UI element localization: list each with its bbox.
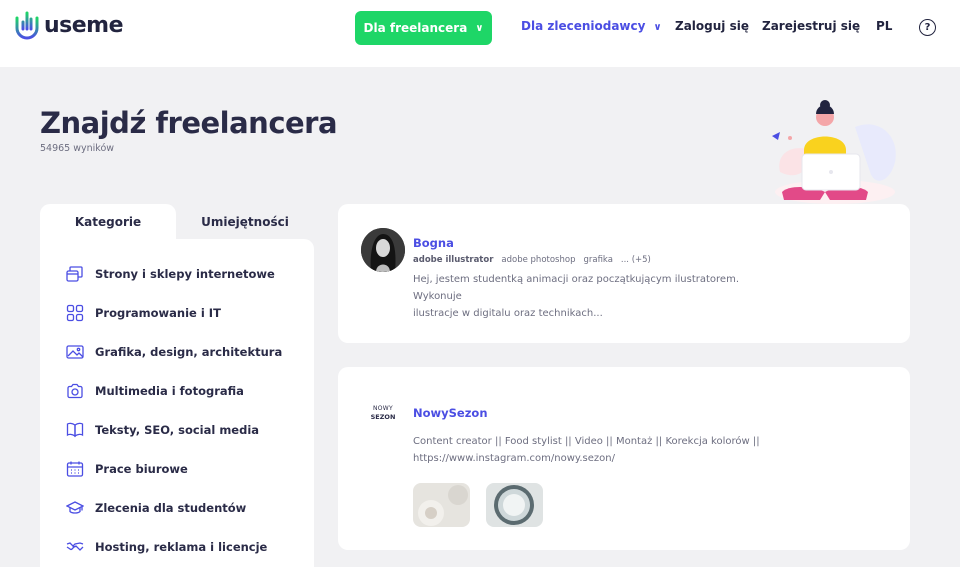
logo-line: SEZON <box>370 413 396 421</box>
category-label: Prace biurowe <box>95 462 188 476</box>
skill-tag[interactable]: adobe illustrator <box>413 255 493 265</box>
skill-tag[interactable]: grafika <box>583 255 612 265</box>
category-graphics[interactable]: Grafika, design, architektura <box>66 342 282 362</box>
useme-logo[interactable]: useme <box>14 10 124 40</box>
description-line: https://www.instagram.com/nowy.sezon/ <box>413 453 615 464</box>
chevron-down-icon: ∨ <box>475 22 484 34</box>
tab-categories[interactable]: Kategorie <box>40 204 176 239</box>
freelancer-card[interactable]: NOWY SEZON NowySezon Content creator || … <box>338 367 910 550</box>
category-office[interactable]: Prace biurowe <box>66 459 188 479</box>
graduation-cap-icon <box>66 501 84 514</box>
description-line: Hej, jestem studentką animacji oraz pocz… <box>413 274 739 302</box>
description-line: ilustracje w digitalu oraz technikach... <box>413 308 603 319</box>
category-students[interactable]: Zlecenia dla studentów <box>66 498 246 518</box>
category-multimedia[interactable]: Multimedia i fotografia <box>66 381 244 401</box>
avatar[interactable]: NOWY SEZON <box>370 405 396 421</box>
graphics-icon <box>66 345 84 359</box>
logo-text: useme <box>44 12 124 38</box>
for-clients-label: Dla zleceniodawcy <box>521 19 646 33</box>
for-freelancer-button[interactable]: Dla freelancera ∨ <box>355 11 492 45</box>
freelancer-description: Hej, jestem studentką animacji oraz pocz… <box>413 271 773 322</box>
login-link[interactable]: Zaloguj się <box>675 19 749 33</box>
help-icon[interactable]: ? <box>919 19 936 36</box>
freelancer-description: Content creator || Food stylist || Video… <box>413 433 773 467</box>
portfolio-thumbnail[interactable] <box>486 483 543 527</box>
category-label: Programowanie i IT <box>95 306 221 320</box>
calendar-icon <box>66 461 84 477</box>
camera-icon <box>67 383 83 399</box>
freelancer-name[interactable]: Bogna <box>413 236 454 250</box>
category-label: Teksty, SEO, social media <box>95 423 260 437</box>
for-clients-menu[interactable]: Dla zleceniodawcy ∨ <box>521 19 662 33</box>
freelancer-name[interactable]: NowySezon <box>413 406 488 420</box>
for-freelancer-label: Dla freelancera <box>363 21 468 35</box>
freelancer-illustration <box>772 100 896 204</box>
page-title: Znajdź freelancera <box>40 106 338 140</box>
category-label: Grafika, design, architektura <box>95 345 283 359</box>
programming-icon <box>66 304 84 322</box>
freelancer-card[interactable]: Bogna adobe illustrator adobe photoshop gr… <box>338 204 910 343</box>
logo-line: NOWY <box>372 405 393 412</box>
categories-panel: Strony i sklepy internetowe Programowani… <box>40 239 314 567</box>
language-switch[interactable]: PL <box>876 19 892 33</box>
skill-tag[interactable]: adobe photoshop <box>501 255 575 265</box>
book-icon <box>66 422 84 438</box>
category-label: Zlecenia dla studentów <box>95 501 247 515</box>
top-navigation-bar: useme Dla freelancera ∨ Dla zleceniodawc… <box>0 0 960 67</box>
web-pages-icon <box>66 266 83 282</box>
chevron-down-icon: ∨ <box>653 22 662 33</box>
category-label: Multimedia i fotografia <box>95 384 244 398</box>
category-websites[interactable]: Strony i sklepy internetowe <box>66 264 275 284</box>
portfolio-thumbnail[interactable] <box>413 483 470 527</box>
results-count: 54965 wyników <box>40 143 115 154</box>
category-hosting[interactable]: Hosting, reklama i licencje <box>66 537 267 557</box>
category-texts[interactable]: Teksty, SEO, social media <box>66 420 259 440</box>
category-label: Hosting, reklama i licencje <box>95 540 268 554</box>
tab-skills[interactable]: Umiejętności <box>176 204 314 239</box>
description-line: Content creator || Food stylist || Video… <box>413 436 760 447</box>
more-tags[interactable]: ... (+5) <box>621 255 651 265</box>
useme-logo-icon <box>15 11 39 40</box>
category-programming[interactable]: Programowanie i IT <box>66 303 221 323</box>
category-label: Strony i sklepy internetowe <box>95 267 275 281</box>
skill-tags: adobe illustrator adobe photoshop grafika.… <box>413 255 659 265</box>
handshake-icon <box>66 542 84 551</box>
register-link[interactable]: Zarejestruj się <box>762 19 860 33</box>
avatar[interactable] <box>361 228 405 272</box>
